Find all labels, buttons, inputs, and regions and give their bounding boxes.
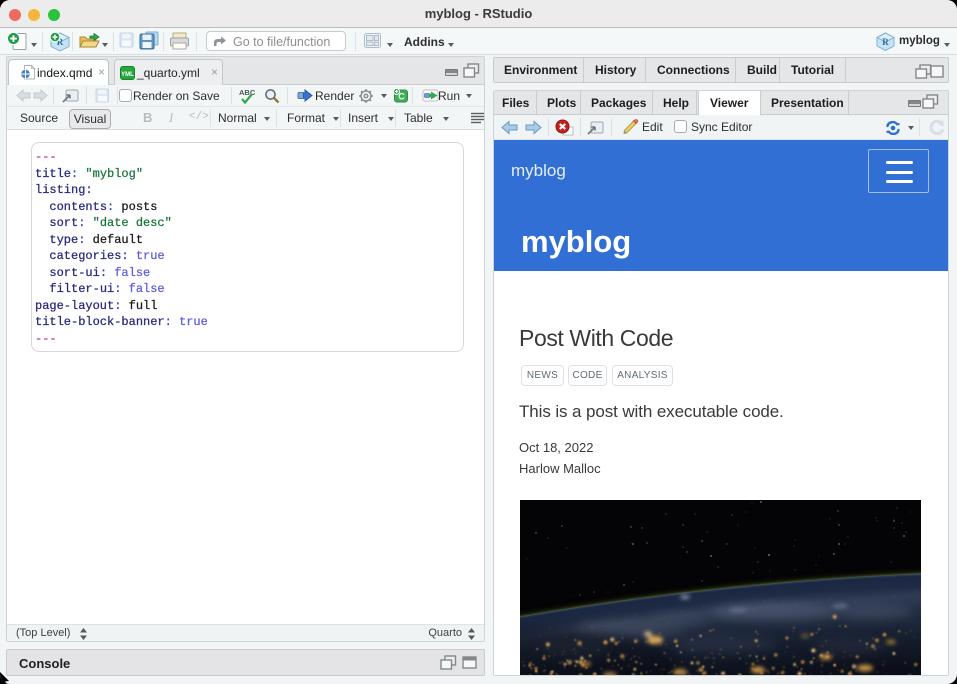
svg-text:YML: YML bbox=[121, 72, 134, 78]
svg-text:R: R bbox=[882, 37, 889, 47]
svg-text:ABC: ABC bbox=[239, 88, 256, 97]
